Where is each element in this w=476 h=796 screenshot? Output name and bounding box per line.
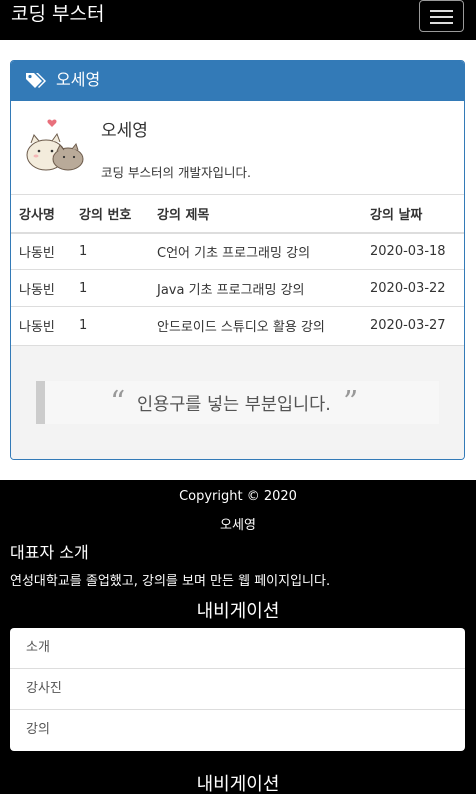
table-header-row: 강사명 강의 번호 강의 제목 강의 날짜 xyxy=(11,194,464,234)
nav-item-lectures[interactable]: 강의 xyxy=(10,710,465,751)
navigation-title: 내비게이션 xyxy=(196,601,280,622)
copyright-owner: 오세영 xyxy=(220,518,256,533)
tags-icon xyxy=(26,73,46,88)
intro-title: 대표자 소개 xyxy=(10,543,89,562)
cell-instructor: 나동빈 xyxy=(11,232,71,270)
avatar xyxy=(26,119,84,171)
quote-text: 인용구를 넣는 부분입니다. xyxy=(137,395,331,415)
cell-date: 2020-03-22 xyxy=(362,269,464,307)
panel-footer: “ 인용구를 넣는 부분입니다. ” xyxy=(11,345,464,459)
quote-close-icon: ” xyxy=(343,385,359,420)
cell-instructor: 나동빈 xyxy=(11,306,71,344)
cell-number: 1 xyxy=(71,306,149,344)
blockquote: “ 인용구를 넣는 부분입니다. ” xyxy=(36,381,439,424)
site-footer: Copyright © 2020 오세영 대표자 소개 연성대학교를 졸업했고,… xyxy=(0,480,476,795)
author-panel: 오세영 오세영 코딩 부스터의 개발자입니다. 강사명 강의 번호 강의 제목 … xyxy=(10,60,465,460)
table-row: 나동빈 1 안드로이드 스튜디오 활용 강의 2020-03-27 xyxy=(11,306,464,344)
cell-title: C언어 기초 프로그래밍 강의 xyxy=(149,232,362,270)
intro-text: 연성대학교를 졸업했고, 강의를 보며 만든 웹 페이지입니다. xyxy=(10,574,331,589)
column-header-number: 강의 번호 xyxy=(71,194,149,234)
nav-item-about[interactable]: 소개 xyxy=(10,628,465,669)
cell-title: Java 기초 프로그래밍 강의 xyxy=(149,269,362,307)
table-row: 나동빈 1 Java 기초 프로그래밍 강의 2020-03-22 xyxy=(11,269,464,307)
author-description: 코딩 부스터의 개발자입니다. xyxy=(101,165,251,180)
cell-number: 1 xyxy=(71,232,149,270)
copyright-text: Copyright © 2020 xyxy=(179,489,297,504)
cell-instructor: 나동빈 xyxy=(11,269,71,307)
cell-number: 1 xyxy=(71,269,149,307)
author-name: 오세영 xyxy=(101,121,148,141)
navigation-title-2: 내비게이션 xyxy=(196,774,280,795)
lecture-table: 강사명 강의 번호 강의 제목 강의 날짜 나동빈 1 C언어 기초 프로그래밍… xyxy=(11,194,464,344)
nav-item-instructors[interactable]: 강사진 xyxy=(10,669,465,710)
navigation-list: 소개 강사진 강의 xyxy=(10,628,465,751)
quote-open-icon: “ xyxy=(110,385,126,420)
column-header-title: 강의 제목 xyxy=(149,194,362,234)
cell-date: 2020-03-18 xyxy=(362,232,464,270)
column-header-instructor: 강사명 xyxy=(11,194,71,234)
hamburger-menu-icon[interactable] xyxy=(419,0,464,32)
panel-title: 오세영 xyxy=(56,70,101,89)
column-header-date: 강의 날짜 xyxy=(362,194,464,234)
panel-heading: 오세영 xyxy=(11,61,464,101)
cell-date: 2020-03-27 xyxy=(362,306,464,344)
brand-title[interactable]: 코딩 부스터 xyxy=(11,2,104,26)
cell-title: 안드로이드 스튜디오 활용 강의 xyxy=(149,306,362,344)
navbar: 코딩 부스터 xyxy=(0,0,476,40)
table-row: 나동빈 1 C언어 기초 프로그래밍 강의 2020-03-18 xyxy=(11,232,464,270)
